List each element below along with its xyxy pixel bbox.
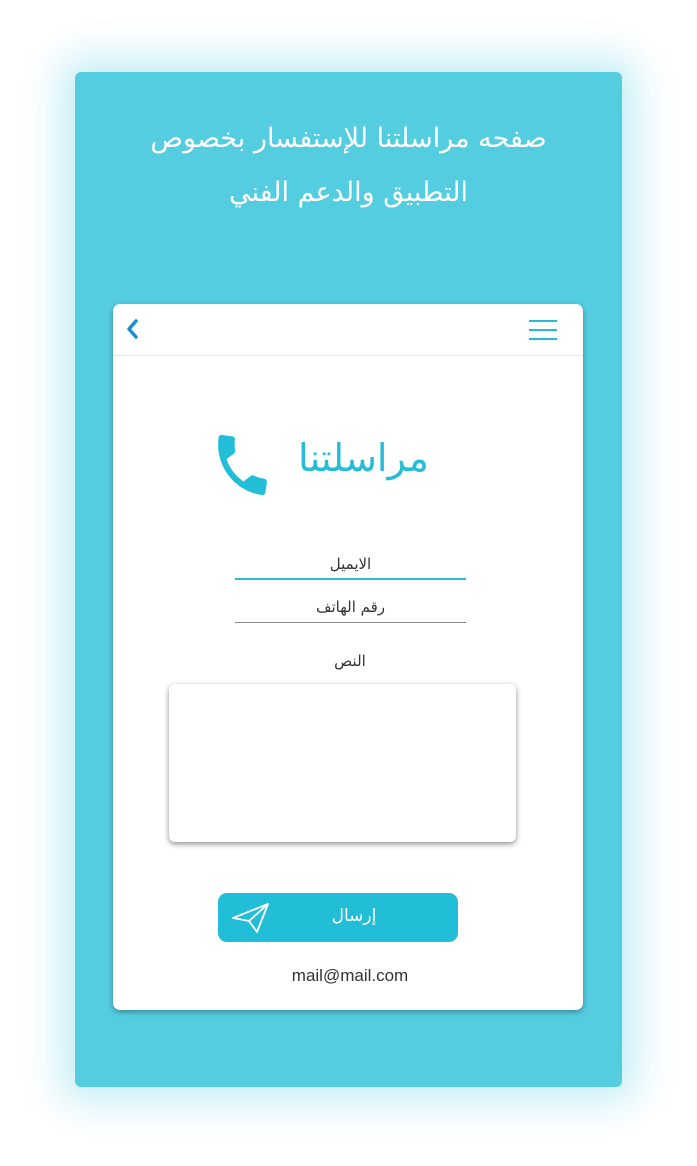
top-bar (113, 304, 583, 356)
headline-line-1: صفحه مراسلتنا للإستفسار بخصوص (150, 123, 547, 154)
email-field[interactable]: الايميل (235, 546, 466, 580)
send-button[interactable]: إرسال (218, 893, 458, 942)
contact-header: مراسلتنا (113, 424, 583, 504)
page-headline: صفحه مراسلتنا للإستفسار بخصوص التطبيق وا… (75, 112, 622, 220)
stage: صفحه مراسلتنا للإستفسار بخصوص التطبيق وا… (0, 0, 697, 1166)
chevron-left-icon (127, 319, 138, 339)
contact-screen: مراسلتنا الايميل رقم الهاتف النص إرسال m… (113, 304, 583, 1010)
phone-field[interactable]: رقم الهاتف (235, 589, 466, 623)
menu-button[interactable] (529, 318, 559, 342)
back-button[interactable] (121, 316, 145, 342)
footer-email: mail@mail.com (291, 966, 409, 985)
paper-plane-icon (232, 903, 269, 933)
email-placeholder: الايميل (329, 555, 372, 573)
send-button-label: إرسال (331, 906, 377, 926)
message-textarea[interactable] (169, 684, 516, 842)
message-label: النص (334, 652, 366, 670)
phone-placeholder: رقم الهاتف (315, 598, 386, 616)
contact-title: مراسلتنا (298, 436, 429, 480)
headline-line-2: التطبيق والدعم الفني (228, 177, 469, 208)
phone-icon (218, 434, 267, 496)
